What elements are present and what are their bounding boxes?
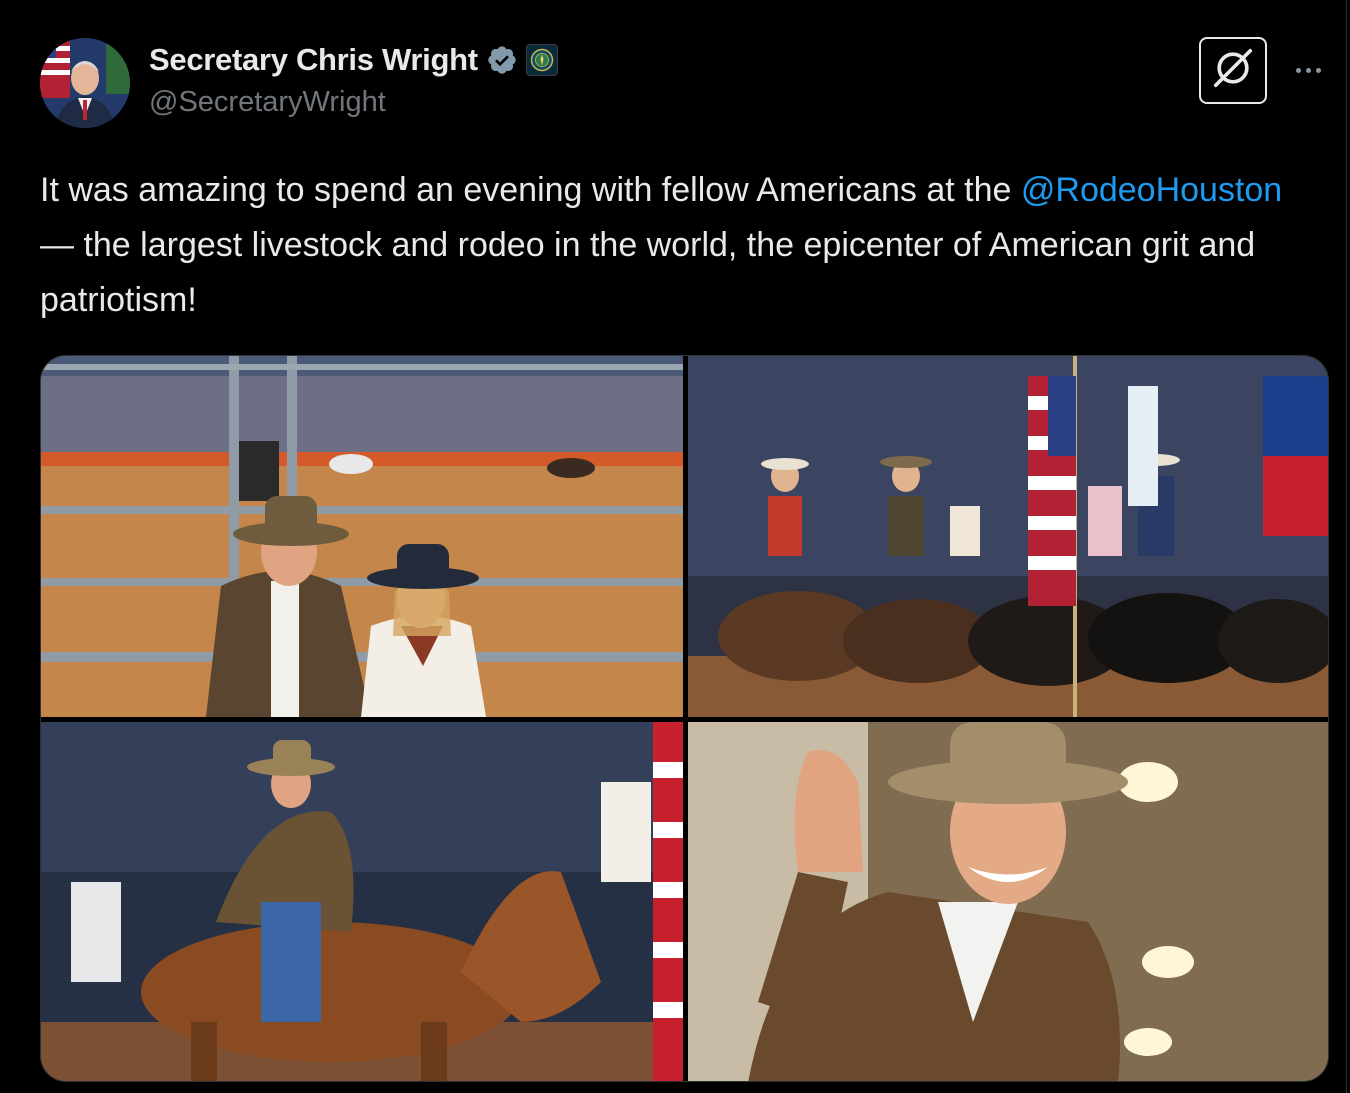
author-avatar[interactable] (40, 38, 130, 128)
verified-badge-icon[interactable] (486, 44, 518, 76)
department-of-energy-seal-icon[interactable] (525, 44, 558, 76)
tweet-text-part1: It was amazing to spend an evening with … (40, 171, 1021, 209)
grok-icon (1210, 45, 1256, 96)
photo-1[interactable] (41, 356, 683, 717)
mention-link[interactable]: @RodeoHouston (1021, 171, 1282, 209)
author-handle[interactable]: @SecretaryWright (149, 86, 386, 119)
more-options-icon[interactable] (1288, 52, 1328, 88)
grok-button[interactable] (1199, 37, 1267, 104)
photo-4[interactable] (688, 722, 1328, 1081)
tweet-card: Secretary Chris Wright @SecretaryWright (0, 0, 1347, 1093)
tweet-text-part2: — the largest livestock and rodeo in the… (40, 226, 1256, 319)
photo-3[interactable] (41, 722, 683, 1081)
tweet-text: It was amazing to spend an evening with … (40, 163, 1320, 328)
author-name-row: Secretary Chris Wright (149, 40, 558, 80)
photo-2[interactable] (688, 356, 1328, 717)
author-display-name[interactable]: Secretary Chris Wright (149, 42, 478, 78)
media-grid (40, 355, 1329, 1082)
